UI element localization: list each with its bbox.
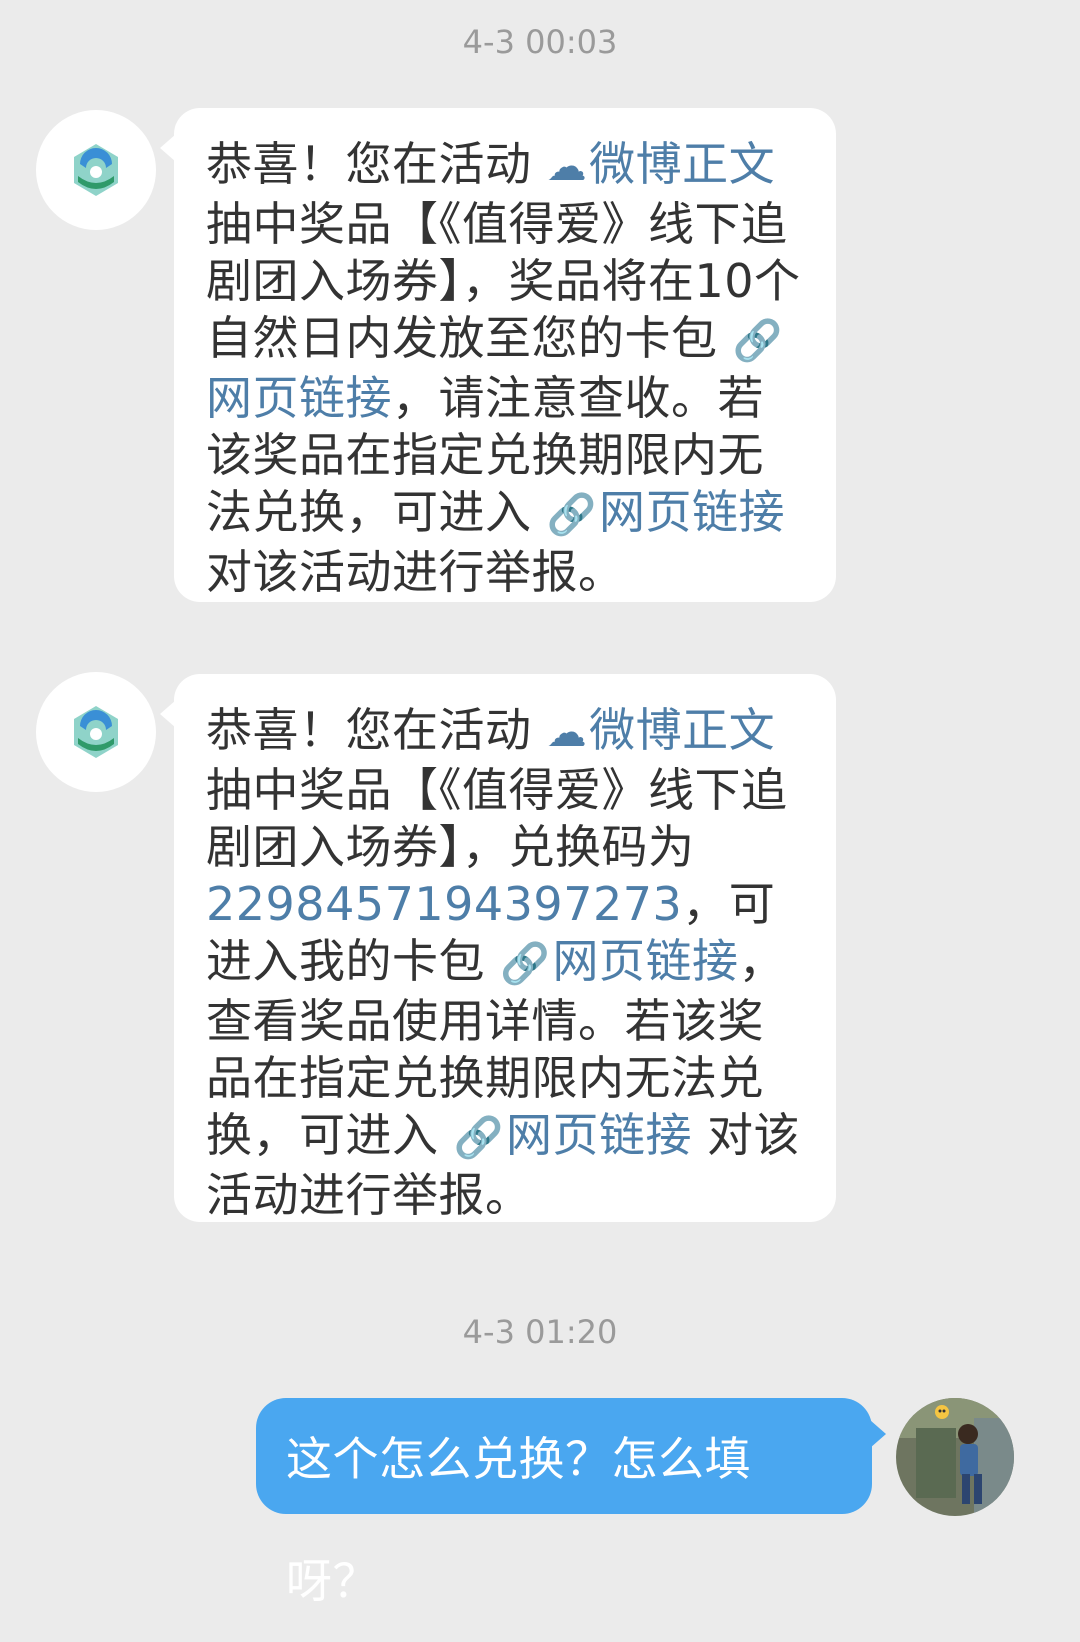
weibo-lottery-logo-icon [74, 706, 118, 758]
web-link-label: 网页链接 [505, 1108, 692, 1162]
timestamp: 4-3 00:03 [462, 23, 618, 61]
link-icon: 🔗 [546, 492, 597, 538]
weibo-link[interactable]: ☁微博正文 [547, 137, 776, 191]
link-icon: 🔗 [453, 1115, 504, 1161]
web-link-label: 网页链接 [598, 485, 785, 539]
web-link[interactable]: 🔗网页链接 [454, 1108, 692, 1162]
timestamp: 4-3 01:20 [462, 1313, 618, 1351]
cloud-icon: ☁ [546, 144, 588, 190]
reply-bubble[interactable]: 这个怎么兑换？怎么填呀？ [256, 1398, 886, 1608]
message-text: 对该活动进行举报。 [206, 545, 625, 599]
web-link[interactable]: 🔗网页链接 [500, 934, 738, 988]
web-link-label: 网页链接 [552, 934, 739, 988]
weibo-link[interactable]: ☁微博正文 [547, 703, 776, 757]
redeem-code[interactable]: 2298457194397273 [206, 877, 682, 931]
link-icon: 🔗 [500, 941, 551, 987]
reply-text: 这个怎么兑换？怎么填呀？ [286, 1432, 751, 1608]
user-avatar[interactable] [896, 1398, 1014, 1516]
message-text: 抽中奖品【《值得爱》线下追剧团入场券】，兑换码为 [206, 763, 788, 874]
weibo-link-label: 微博正文 [589, 137, 776, 191]
weibo-lottery-logo-icon [74, 144, 118, 196]
bot-avatar[interactable] [36, 672, 156, 792]
message-bubble[interactable]: 恭喜！您在活动 ☁微博正文抽中奖品【《值得爱》线下追剧团入场券】，奖品将在10个… [160, 108, 836, 602]
web-link[interactable]: 🔗网页链接 [547, 485, 785, 539]
message-text: 抽中奖品【《值得爱》线下追剧团入场券】，奖品将在10个自然日内发放至您的卡包 [206, 197, 801, 365]
weibo-link-label: 微博正文 [589, 703, 776, 757]
web-link-label: 网页链接 [206, 371, 392, 425]
cloud-icon: ☁ [546, 710, 588, 756]
user-photo-icon [896, 1398, 1014, 1516]
message-text: 恭喜！您在活动 [206, 137, 547, 191]
bot-avatar[interactable] [36, 110, 156, 230]
link-icon: 🔗 [732, 318, 783, 364]
message-bubble[interactable]: 恭喜！您在活动 ☁微博正文抽中奖品【《值得爱》线下追剧团入场券】，兑换码为229… [160, 674, 836, 1222]
message-text: 恭喜！您在活动 [206, 703, 547, 757]
